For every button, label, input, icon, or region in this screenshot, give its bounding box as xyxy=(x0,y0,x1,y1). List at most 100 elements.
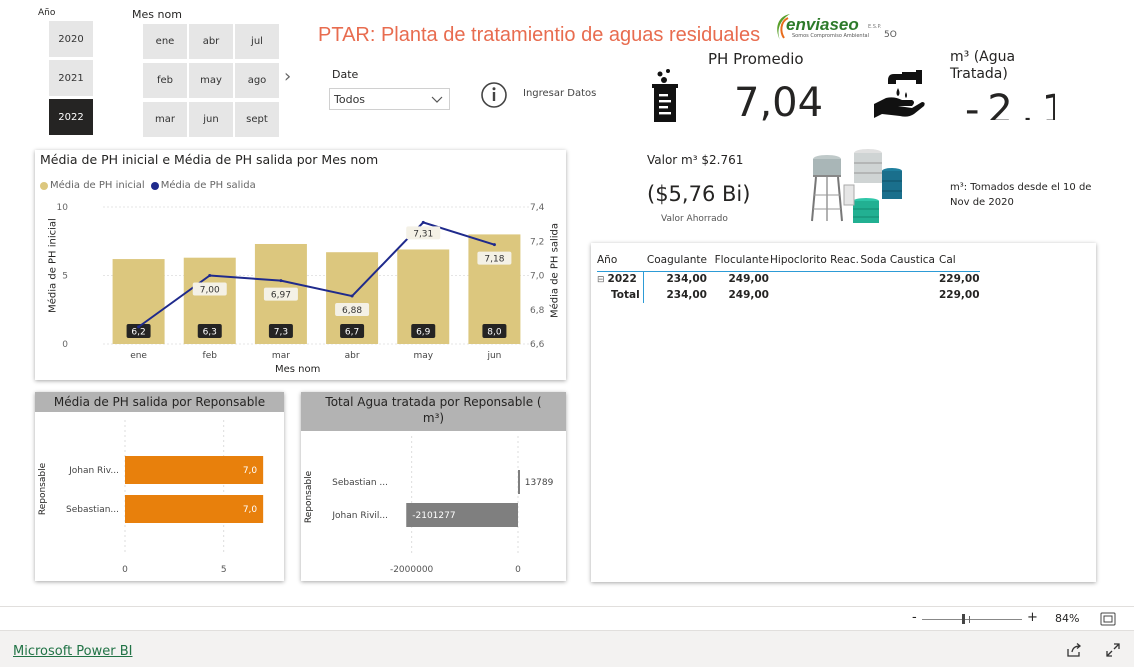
x-tick-label: may xyxy=(413,351,433,361)
matrix-cell: 249,00 xyxy=(728,289,769,301)
y-tick-left: 5 xyxy=(62,272,68,282)
month-option-jul[interactable]: jul xyxy=(235,24,279,59)
y-tick-right: 6,6 xyxy=(530,340,545,350)
fit-to-page-icon[interactable] xyxy=(1100,612,1116,626)
line-point-ph-salida xyxy=(350,294,354,298)
matrix-cell: 234,00 xyxy=(666,273,707,286)
y-tick-left: 0 xyxy=(62,340,68,350)
line-data-label: 7,31 xyxy=(413,229,433,239)
x-tick-label: 0 xyxy=(122,565,128,575)
line-data-label: 7,00 xyxy=(200,286,220,296)
fullscreen-icon[interactable] xyxy=(1106,643,1120,657)
matrix-row: ⊟ 2022 234,00 249,00 229,00 xyxy=(597,271,980,287)
agua-reponsable-card: Total Agua tratada por Reponsable ( m³) … xyxy=(301,392,566,581)
line-point-ph-salida xyxy=(421,220,425,224)
month-option-may[interactable]: may xyxy=(189,63,233,98)
zoom-level: 84% xyxy=(1055,612,1080,625)
x-tick-label: feb xyxy=(203,351,218,361)
y-category-label: Johan Rivil... xyxy=(331,511,388,521)
bar-data-label: 7,0 xyxy=(243,505,258,515)
zoom-in-button[interactable]: + xyxy=(1027,610,1038,625)
matrix-cell: 249,00 xyxy=(728,273,769,286)
logo-tagline: Somos Compromiso Ambiental xyxy=(792,33,869,39)
matrix-cell: 229,00 xyxy=(939,273,980,286)
matrix-row-label[interactable]: ⊟ 2022 xyxy=(597,271,644,287)
logo-badge-icon: 5O xyxy=(884,30,897,38)
line-point-ph-salida xyxy=(279,279,283,283)
y-category-label: Johan Riv... xyxy=(68,466,119,476)
bar-data-label: 6,9 xyxy=(416,328,431,338)
insumos-matrix: Año Coagulante Floculante Hipoclorito Re… xyxy=(597,249,980,303)
year-slicer-label: Año xyxy=(38,8,56,18)
y-category-label: Sebastian... xyxy=(66,505,119,515)
matrix-header-cal[interactable]: Cal xyxy=(935,249,980,271)
matrix-header-hipoclorito[interactable]: Hipoclorito Reac. xyxy=(769,249,859,271)
zoom-slider[interactable] xyxy=(922,614,1022,624)
info-icon[interactable] xyxy=(480,81,508,109)
zoom-bar: - + 84% xyxy=(0,606,1134,630)
line-point-ph-salida xyxy=(137,325,141,329)
y-category-label: Sebastian ... xyxy=(332,478,388,488)
line-data-label: 7,18 xyxy=(484,255,504,265)
line-point-ph-salida xyxy=(208,274,212,277)
month-option-abr[interactable]: abr xyxy=(189,24,233,59)
zoom-slider-thumb[interactable] xyxy=(962,614,965,624)
year-option-2021[interactable]: 2021 xyxy=(49,60,93,96)
date-dropdown[interactable]: Todos xyxy=(329,88,450,110)
svg-text:5O: 5O xyxy=(884,30,897,38)
matrix-cell xyxy=(769,271,859,287)
ingresar-datos-button[interactable]: Ingresar Datos xyxy=(523,88,596,99)
combo-chart-card: Média de PH inicial e Média de PH salida… xyxy=(35,150,566,380)
hand-water-icon xyxy=(874,70,925,118)
powerbi-footer: Microsoft Power BI xyxy=(0,630,1134,667)
ph-reponsable-plot: 0 5 Johan Riv... 7,0 Sebastian... 7,0 xyxy=(66,420,264,575)
month-option-ago[interactable]: ago xyxy=(235,63,279,98)
agua-kpi-title: m³ (Agua Tratada) xyxy=(950,49,1016,82)
matrix-cell xyxy=(859,271,935,287)
enviaseo-logo: enviaseo E.S.P. Somos Compromiso Ambient… xyxy=(772,10,902,46)
bar-data-label: -2101277 xyxy=(412,511,455,521)
matrix-header-coagulante[interactable]: Coagulante xyxy=(643,249,707,271)
collapse-icon[interactable]: ⊟ xyxy=(597,275,605,285)
x-tick-label: jun xyxy=(486,351,501,361)
matrix-cell xyxy=(769,287,859,303)
matrix-cell xyxy=(859,287,935,303)
x-tick-label: abr xyxy=(345,351,360,361)
month-option-jun[interactable]: jun xyxy=(189,102,233,137)
matrix-cell: 229,00 xyxy=(939,289,980,301)
bar-data-label: 8,0 xyxy=(487,328,502,338)
share-icon[interactable] xyxy=(1066,643,1082,657)
zoom-out-button[interactable]: - xyxy=(912,610,917,625)
water-tanks-icon xyxy=(811,149,902,223)
month-option-sept[interactable]: sept xyxy=(235,102,279,137)
ahorro-value: ($5,76 Bi) xyxy=(647,182,751,206)
valor-m3-label: Valor m³ $2.761 xyxy=(647,153,744,167)
year-option-2020[interactable]: 2020 xyxy=(49,21,93,57)
year-option-2022[interactable]: 2022 xyxy=(49,99,93,135)
tomados-note: m³: Tomados desde el 10 de Nov de 2020 xyxy=(950,182,1092,208)
matrix-row-label[interactable]: Total xyxy=(597,287,644,303)
combo-ylabel-left: Média de PH inicial xyxy=(47,218,59,313)
x-tick-label: -2000000 xyxy=(390,565,434,575)
month-option-mar[interactable]: mar xyxy=(143,102,187,137)
matrix-header-soda[interactable]: Soda Caustica xyxy=(859,249,935,271)
x-tick-label: mar xyxy=(272,351,290,361)
matrix-header-floculante[interactable]: Floculante xyxy=(707,249,769,271)
agua-reponsable-plot: -2000000 0 Sebastian ... 13789 Johan Rivil..… xyxy=(331,436,554,575)
zoom-slider-mark xyxy=(969,616,970,623)
logo-suffix: E.S.P. xyxy=(868,24,882,30)
month-option-feb[interactable]: feb xyxy=(143,63,187,98)
ahorro-label: Valor Ahorrado xyxy=(661,214,728,224)
combo-chart-plot: 10507,47,27,06,86,6ene6,2feb6,3mar7,3abr… xyxy=(57,203,545,361)
month-slicer-label: Mes nom xyxy=(132,8,182,21)
x-tick-label: 5 xyxy=(221,565,227,575)
month-option-ene[interactable]: ene xyxy=(143,24,187,59)
bar-data-label: 6,7 xyxy=(345,328,359,338)
y-tick-right: 7,0 xyxy=(530,272,545,282)
line-point-ph-salida xyxy=(492,243,496,247)
page-title: PTAR: Planta de tratamientio de aguas re… xyxy=(318,24,761,46)
matrix-header-row: Año Coagulante Floculante Hipoclorito Re… xyxy=(597,249,980,271)
matrix-header-ano[interactable]: Año xyxy=(597,249,643,271)
chevron-right-icon[interactable]: › xyxy=(284,66,291,87)
powerbi-brand-link[interactable]: Microsoft Power BI xyxy=(13,644,132,659)
